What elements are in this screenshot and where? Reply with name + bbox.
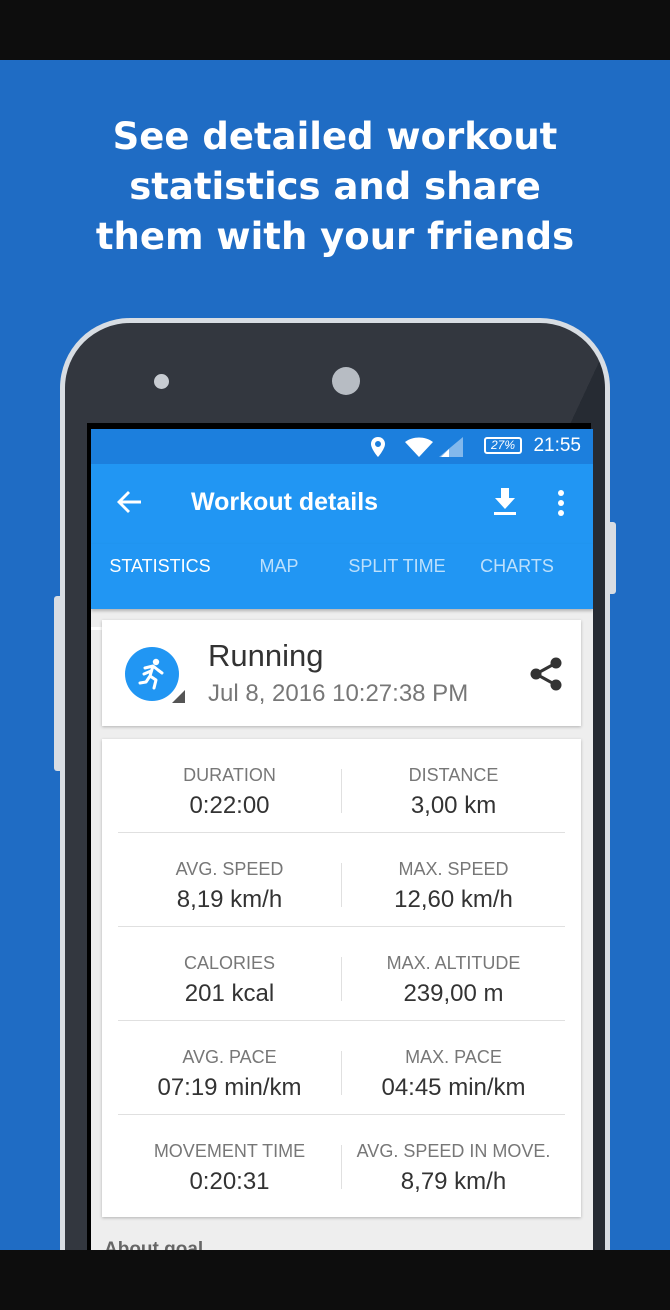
activity-card: Running Jul 8, 2016 10:27:38 PM <box>102 620 581 726</box>
running-icon[interactable] <box>125 647 179 701</box>
bottom-letterbox <box>0 1250 670 1310</box>
stat-label: AVG. SPEED <box>175 859 284 879</box>
stat-max-pace: MAX. PACE 04:45 min/km <box>342 1021 565 1115</box>
stat-row: MOVEMENT TIME 0:20:31 AVG. SPEED IN MOVE… <box>118 1115 565 1209</box>
stat-label: CALORIES <box>183 953 276 973</box>
status-time: 21:55 <box>533 435 581 456</box>
tab-split-time[interactable]: SPLIT TIME <box>329 544 465 609</box>
stat-label: DURATION <box>183 765 276 785</box>
stat-value: 04:45 min/km <box>381 1074 526 1101</box>
stat-value: 8,79 km/h <box>400 1168 507 1195</box>
activity-type-dropdown-indicator[interactable] <box>172 690 185 703</box>
stat-label: MOVEMENT TIME <box>153 1141 306 1161</box>
share-icon[interactable] <box>529 656 563 697</box>
battery-level: 27% <box>490 438 516 452</box>
signal-icon <box>439 437 463 462</box>
about-goal-heading: About goal <box>104 1239 204 1250</box>
stat-value: 0:20:31 <box>189 1168 270 1195</box>
stat-label: AVG. SPEED IN MOVE. <box>356 1141 551 1161</box>
stat-avg-speed: AVG. SPEED 8,19 km/h <box>118 833 341 927</box>
download-icon[interactable] <box>492 487 518 522</box>
stat-max-speed: MAX. SPEED 12,60 km/h <box>342 833 565 927</box>
stat-label: MAX. ALTITUDE <box>386 953 521 973</box>
top-letterbox <box>0 0 670 60</box>
stat-row: AVG. PACE 07:19 min/km MAX. PACE 04:45 m… <box>118 1021 565 1115</box>
promo-headline: See detailed workout statistics and shar… <box>0 112 670 262</box>
stat-value: 0:22:00 <box>189 792 270 819</box>
stat-max-altitude: MAX. ALTITUDE 239,00 m <box>342 927 565 1021</box>
tab-statistics[interactable]: STATISTICS <box>91 544 229 630</box>
phone-screen: 27% 21:55 Workout details STATISTICS MAP… <box>87 423 593 1250</box>
stat-avg-pace: AVG. PACE 07:19 min/km <box>118 1021 341 1115</box>
more-vert-icon[interactable] <box>556 488 566 523</box>
stat-label: MAX. SPEED <box>398 859 509 879</box>
wifi-icon <box>405 437 433 462</box>
promo-background: See detailed workout statistics and shar… <box>0 60 670 1250</box>
stat-row: AVG. SPEED 8,19 km/h MAX. SPEED 12,60 km… <box>118 833 565 927</box>
app-display: 27% 21:55 Workout details STATISTICS MAP… <box>91 429 593 1250</box>
stat-distance: DISTANCE 3,00 km <box>342 739 565 833</box>
page-title: Workout details <box>191 488 379 516</box>
stat-duration: DURATION 0:22:00 <box>118 739 341 833</box>
headline-line: statistics and share <box>129 165 541 208</box>
battery-icon: 27% <box>484 437 522 454</box>
activity-name: Running <box>208 638 324 673</box>
statistics-card: DURATION 0:22:00 DISTANCE 3,00 km AVG. S… <box>102 739 581 1217</box>
tab-charts[interactable]: CHARTS <box>465 544 569 609</box>
stat-row: DURATION 0:22:00 DISTANCE 3,00 km <box>118 739 565 833</box>
location-icon <box>370 437 386 462</box>
tab-bar: STATISTICS MAP SPLIT TIME CHARTS <box>91 544 593 630</box>
stat-value: 07:19 min/km <box>157 1074 302 1101</box>
stat-value: 201 kcal <box>184 980 275 1007</box>
stat-row: CALORIES 201 kcal MAX. ALTITUDE 239,00 m <box>118 927 565 1021</box>
stat-calories: CALORIES 201 kcal <box>118 927 341 1021</box>
activity-date: Jul 8, 2016 10:27:38 PM <box>208 680 469 707</box>
stat-avg-speed-in-move: AVG. SPEED IN MOVE. 8,79 km/h <box>342 1115 565 1209</box>
back-arrow-icon[interactable] <box>115 488 143 521</box>
phone-camera <box>332 367 360 395</box>
stat-value: 8,19 km/h <box>176 886 283 913</box>
stat-label: MAX. PACE <box>405 1047 502 1067</box>
headline-line: See detailed workout <box>112 115 558 158</box>
phone-sensor <box>154 374 169 389</box>
stat-value: 239,00 m <box>403 980 504 1007</box>
stat-movement-time: MOVEMENT TIME 0:20:31 <box>118 1115 341 1209</box>
stat-value: 3,00 km <box>410 792 497 819</box>
app-bar: Workout details <box>91 464 593 544</box>
stat-label: AVG. PACE <box>182 1047 277 1067</box>
stat-value: 12,60 km/h <box>394 886 513 913</box>
tab-map[interactable]: MAP <box>229 544 329 609</box>
headline-line: them with your friends <box>95 215 575 258</box>
phone-frame: 27% 21:55 Workout details STATISTICS MAP… <box>60 318 610 1250</box>
status-bar: 27% 21:55 <box>91 429 593 464</box>
stat-label: DISTANCE <box>408 765 499 785</box>
